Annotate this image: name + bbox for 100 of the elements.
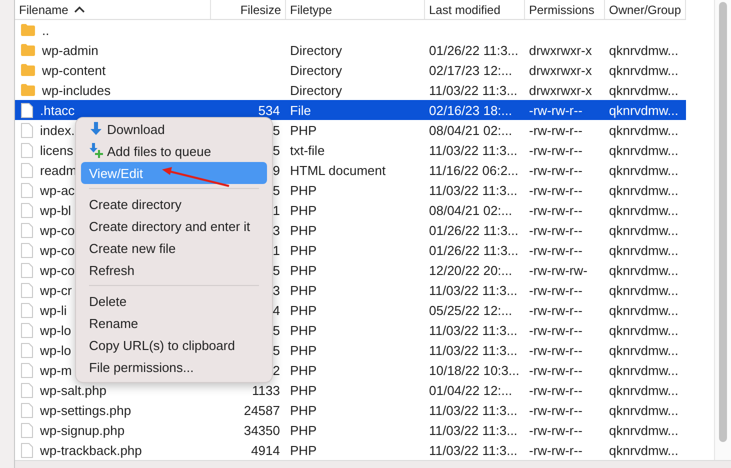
sort-ascending-icon bbox=[74, 6, 86, 13]
file-size: 9 bbox=[272, 162, 280, 178]
file-type: Directory bbox=[290, 62, 342, 78]
permissions: drwxrwxr-x bbox=[529, 42, 592, 58]
menu-item[interactable]: Create directory and enter it bbox=[81, 215, 267, 237]
modified-date: 11/03/22 11:3... bbox=[429, 142, 518, 158]
permissions: -rw-rw-r-- bbox=[529, 202, 582, 218]
file-icon bbox=[21, 302, 33, 318]
permissions: -rw-rw-r-- bbox=[529, 122, 582, 138]
permissions: -rw-rw-r-- bbox=[529, 182, 582, 198]
permissions: -rw-rw-r-- bbox=[529, 342, 582, 358]
column-header[interactable]: Owner/Group bbox=[605, 0, 686, 19]
file-size: 5 bbox=[272, 322, 280, 338]
modified-date: 10/18/22 10:3... bbox=[429, 362, 520, 378]
column-header[interactable]: Filetype bbox=[286, 0, 425, 19]
file-type: File bbox=[290, 102, 311, 118]
file-size: 5 bbox=[272, 262, 280, 278]
file-name: wp-co bbox=[40, 262, 75, 278]
permissions: -rw-rw-r-- bbox=[529, 302, 582, 318]
file-name: wp-cr bbox=[40, 282, 72, 298]
file-name: wp-content bbox=[42, 62, 106, 78]
owner-group: qknrvdmw... bbox=[609, 82, 678, 98]
file-name: .. bbox=[42, 22, 50, 38]
permissions: -rw-rw-r-- bbox=[529, 422, 582, 438]
column-header[interactable]: Filename bbox=[15, 0, 211, 19]
permissions: -rw-rw-r-- bbox=[529, 162, 582, 178]
modified-date: 11/03/22 11:3... bbox=[429, 442, 518, 458]
file-size: 5 bbox=[272, 122, 280, 138]
file-size: 5 bbox=[272, 182, 280, 198]
permissions: -rw-rw-r-- bbox=[529, 362, 582, 378]
modified-date: 08/04/21 02:... bbox=[429, 202, 512, 218]
owner-group: qknrvdmw... bbox=[609, 422, 678, 438]
file-icon bbox=[21, 402, 33, 418]
annotation-arrow bbox=[160, 164, 232, 190]
selected-row[interactable]: .htacc 534 File 02/16/23 18:... -rw-rw-r-- qknrvdmw... bbox=[15, 100, 686, 120]
file-icon bbox=[21, 382, 33, 398]
column-header[interactable]: Filesize bbox=[211, 0, 286, 19]
file-size: 1 bbox=[272, 242, 280, 258]
folder-icon bbox=[21, 84, 35, 96]
permissions: drwxrwxr-x bbox=[529, 62, 592, 78]
file-type: PHP bbox=[290, 202, 317, 218]
owner-group: qknrvdmw... bbox=[609, 302, 678, 318]
file-type: PHP bbox=[290, 222, 317, 238]
permissions: -rw-rw-r-- bbox=[529, 442, 582, 458]
menu-item[interactable]: Delete bbox=[81, 290, 267, 312]
menu-item[interactable]: Add files to queue bbox=[81, 140, 267, 162]
file-type: PHP bbox=[290, 322, 317, 338]
owner-group: qknrvdmw... bbox=[609, 42, 678, 58]
owner-group: qknrvdmw... bbox=[609, 382, 678, 398]
file-name: wp-includes bbox=[42, 82, 111, 98]
file-name: wp-signup.php bbox=[40, 422, 125, 438]
file-type: PHP bbox=[290, 262, 317, 278]
file-name: wp-li bbox=[40, 302, 67, 318]
file-type: HTML document bbox=[290, 162, 386, 178]
permissions: -rw-rw-r-- bbox=[529, 242, 582, 258]
folder-icon bbox=[21, 64, 35, 76]
owner-group: qknrvdmw... bbox=[609, 262, 678, 278]
file-size: 534 bbox=[258, 102, 280, 118]
file-icon bbox=[21, 422, 33, 438]
column-header[interactable]: Permissions bbox=[525, 0, 605, 19]
menu-item[interactable]: Download bbox=[81, 118, 267, 140]
file-name: wp-lo bbox=[40, 322, 72, 338]
file-size: 1 bbox=[272, 202, 280, 218]
file-icon bbox=[21, 242, 33, 258]
menu-item[interactable]: File permissions... bbox=[81, 356, 267, 378]
modified-date: 11/03/22 11:3... bbox=[429, 282, 518, 298]
menu-item[interactable]: Refresh bbox=[81, 259, 267, 281]
file-size: 4 bbox=[272, 302, 280, 318]
modified-date: 11/03/22 11:3... bbox=[429, 182, 518, 198]
permissions: drwxrwxr-x bbox=[529, 82, 592, 98]
add-to-queue-icon bbox=[89, 143, 103, 159]
owner-group: qknrvdmw... bbox=[609, 222, 678, 238]
scrollbar-thumb[interactable] bbox=[719, 2, 727, 442]
file-type: PHP bbox=[290, 362, 317, 378]
owner-group: qknrvdmw... bbox=[609, 102, 678, 118]
owner-group: qknrvdmw... bbox=[609, 442, 678, 458]
menu-item[interactable]: Copy URL(s) to clipboard bbox=[81, 334, 267, 356]
file-size: 4914 bbox=[251, 442, 280, 458]
owner-group: qknrvdmw... bbox=[609, 242, 678, 258]
modified-date: 08/04/21 02:... bbox=[429, 122, 512, 138]
owner-group: qknrvdmw... bbox=[609, 342, 678, 358]
owner-group: qknrvdmw... bbox=[609, 122, 678, 138]
permissions: -rw-rw-rw- bbox=[529, 262, 588, 278]
file-type: PHP bbox=[290, 402, 317, 418]
download-icon bbox=[89, 121, 103, 137]
modified-date: 01/26/22 11:3... bbox=[429, 42, 518, 58]
file-type: PHP bbox=[290, 342, 317, 358]
file-type: txt-file bbox=[290, 142, 325, 158]
file-type: PHP bbox=[290, 302, 317, 318]
owner-group: qknrvdmw... bbox=[609, 282, 678, 298]
modified-date: 11/03/22 11:3... bbox=[429, 342, 518, 358]
modified-date: 01/04/22 12:... bbox=[429, 382, 512, 398]
menu-item[interactable]: Create directory bbox=[81, 193, 267, 215]
menu-item[interactable]: Create new file bbox=[81, 237, 267, 259]
menu-item[interactable]: Rename bbox=[81, 312, 267, 334]
file-size: 5 bbox=[272, 142, 280, 158]
column-header[interactable]: Last modified bbox=[425, 0, 525, 19]
file-name: licens bbox=[40, 142, 74, 158]
modified-date: 11/16/22 06:2... bbox=[429, 162, 518, 178]
file-icon bbox=[21, 202, 33, 218]
